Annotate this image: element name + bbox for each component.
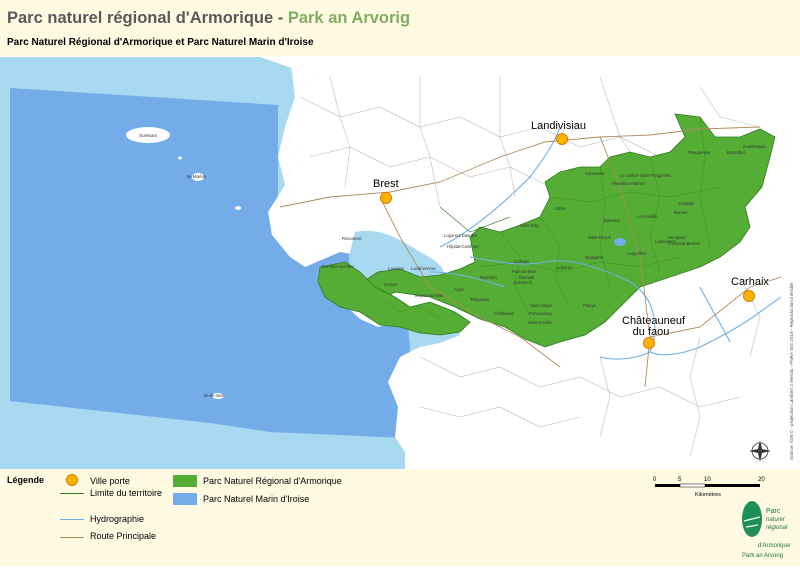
place-label: Berrien <box>674 210 688 215</box>
place-label: Scrignac <box>678 201 694 206</box>
city-marker-icon[interactable] <box>743 290 755 302</box>
park-logo: Parc naturel régional d'Armorique Park a… <box>738 495 798 565</box>
city-label: Carhaix <box>731 276 769 288</box>
place-label: Crozon <box>384 282 398 287</box>
place-label: Ile-de-Sein <box>204 393 225 398</box>
logo-text: Park an Arvorig <box>742 553 783 559</box>
place-label: La Feuillée <box>637 214 658 219</box>
legend-item-label: Parc Naturel Régional d'Armorique <box>203 476 342 486</box>
city-label: Brest <box>373 178 399 190</box>
scale-tick: 20 <box>758 477 765 483</box>
scale-tick: 5 <box>678 477 682 483</box>
place-label: Botmeur <box>604 218 620 223</box>
place-label: Le Faou <box>514 259 530 264</box>
place-label: Le Cloître-Saint-Thégonnec <box>620 173 671 178</box>
city-marker-icon[interactable] <box>380 192 392 204</box>
city-marker-icon[interactable] <box>556 133 568 145</box>
place-label: Lannédern <box>655 239 676 244</box>
place-label: Telgruc-sur-Mer <box>414 293 444 298</box>
place-label: Saint-Ségal <box>530 303 552 308</box>
logo-text: d'Armorique <box>758 543 791 549</box>
place-label: Plounéour-Ménez <box>612 181 645 186</box>
legend-regional-park-swatch <box>173 475 197 487</box>
place-label: Quimerc'h <box>513 280 533 285</box>
place-label: Plouyé <box>583 303 596 308</box>
source-text: Source: IGN © - projection Lambert 2 éte… <box>788 282 794 460</box>
place-label: Ouessant <box>139 133 158 138</box>
place-label: Roscanvel <box>342 236 362 241</box>
page-subtitle: Parc Naturel Régional d'Armorique et Par… <box>7 37 314 48</box>
scale-unit: Kilomètres <box>695 492 721 498</box>
city-label: Châteauneuf du faou <box>622 315 685 338</box>
scale-tick: 0 <box>653 477 657 483</box>
legend-item-label: Limite du territoire <box>90 488 163 498</box>
legend-city-marker-icon <box>66 474 78 486</box>
place-label: Lopérec <box>557 265 572 270</box>
place-label: Rosnoën <box>480 275 497 280</box>
islet <box>235 206 241 210</box>
source-credit: Source: IGN © - projection Lambert 2 éte… <box>783 60 799 465</box>
place-label: Hôpital-Camfrout <box>447 244 479 249</box>
page-title: Parc naturel régional d'Armorique - Park… <box>7 9 411 27</box>
legend-title: Légende <box>7 475 45 485</box>
islet <box>178 156 182 160</box>
legend-hydro-line <box>60 519 84 520</box>
logo-text: naturel <box>766 517 785 523</box>
place-label: Châteaulin <box>494 311 515 316</box>
place-label: Loqueffret <box>627 251 647 256</box>
place-label: Landévennec <box>411 266 436 271</box>
legend-item-label: Hydrographie <box>90 514 145 524</box>
city-marker-icon[interactable] <box>643 337 655 349</box>
place-label: Commana <box>585 171 605 176</box>
place-label: Botsorhel <box>727 150 745 155</box>
place-label: Trégarvan <box>470 297 490 302</box>
header-bar: Parc naturel régional d'Armorique - Park… <box>0 0 800 56</box>
place-label: Sizun <box>555 206 566 211</box>
place-label: Argol <box>454 287 464 292</box>
place-label: Brasparts <box>585 255 603 260</box>
city-label: Landivisiau <box>531 120 587 132</box>
place-label: Port-Launay <box>529 311 553 316</box>
legend-territory-line <box>60 493 84 494</box>
legend-item-label: Parc Naturel Marin d'Iroise <box>203 494 310 504</box>
legend-road-line <box>60 537 84 538</box>
legend-item-label: Ville porte <box>90 476 130 486</box>
logo-text: régional <box>766 525 788 531</box>
scale-tick: 10 <box>704 477 711 483</box>
place-label: Saint-Coulitz <box>528 320 552 325</box>
place-label: Saint-Rivoal <box>588 235 611 240</box>
place-label: Lanvéoc <box>388 266 404 271</box>
place-label: Saint-Eloy <box>520 223 540 228</box>
place-label: Guerlesquin <box>743 144 766 149</box>
place-label: Pont-de-Buis <box>512 269 536 274</box>
legend-marine-park-swatch <box>173 493 197 505</box>
place-label: Camaret-sur-Mer <box>322 264 354 269</box>
place-label: Plougonven <box>688 150 711 155</box>
logo-text: Parc <box>766 508 781 515</box>
map-canvas: Ouessant Ile Molène Ile-de-Sein Logonna-… <box>0 57 781 469</box>
place-label: Logonna-Daoulas <box>444 233 477 238</box>
place-label: Ile Molène <box>187 174 207 179</box>
title-breton: Park an Arvorig <box>287 9 411 27</box>
legend-item-label: Route Principale <box>90 531 157 541</box>
map-area[interactable]: Ouessant Ile Molène Ile-de-Sein Logonna-… <box>0 57 781 469</box>
